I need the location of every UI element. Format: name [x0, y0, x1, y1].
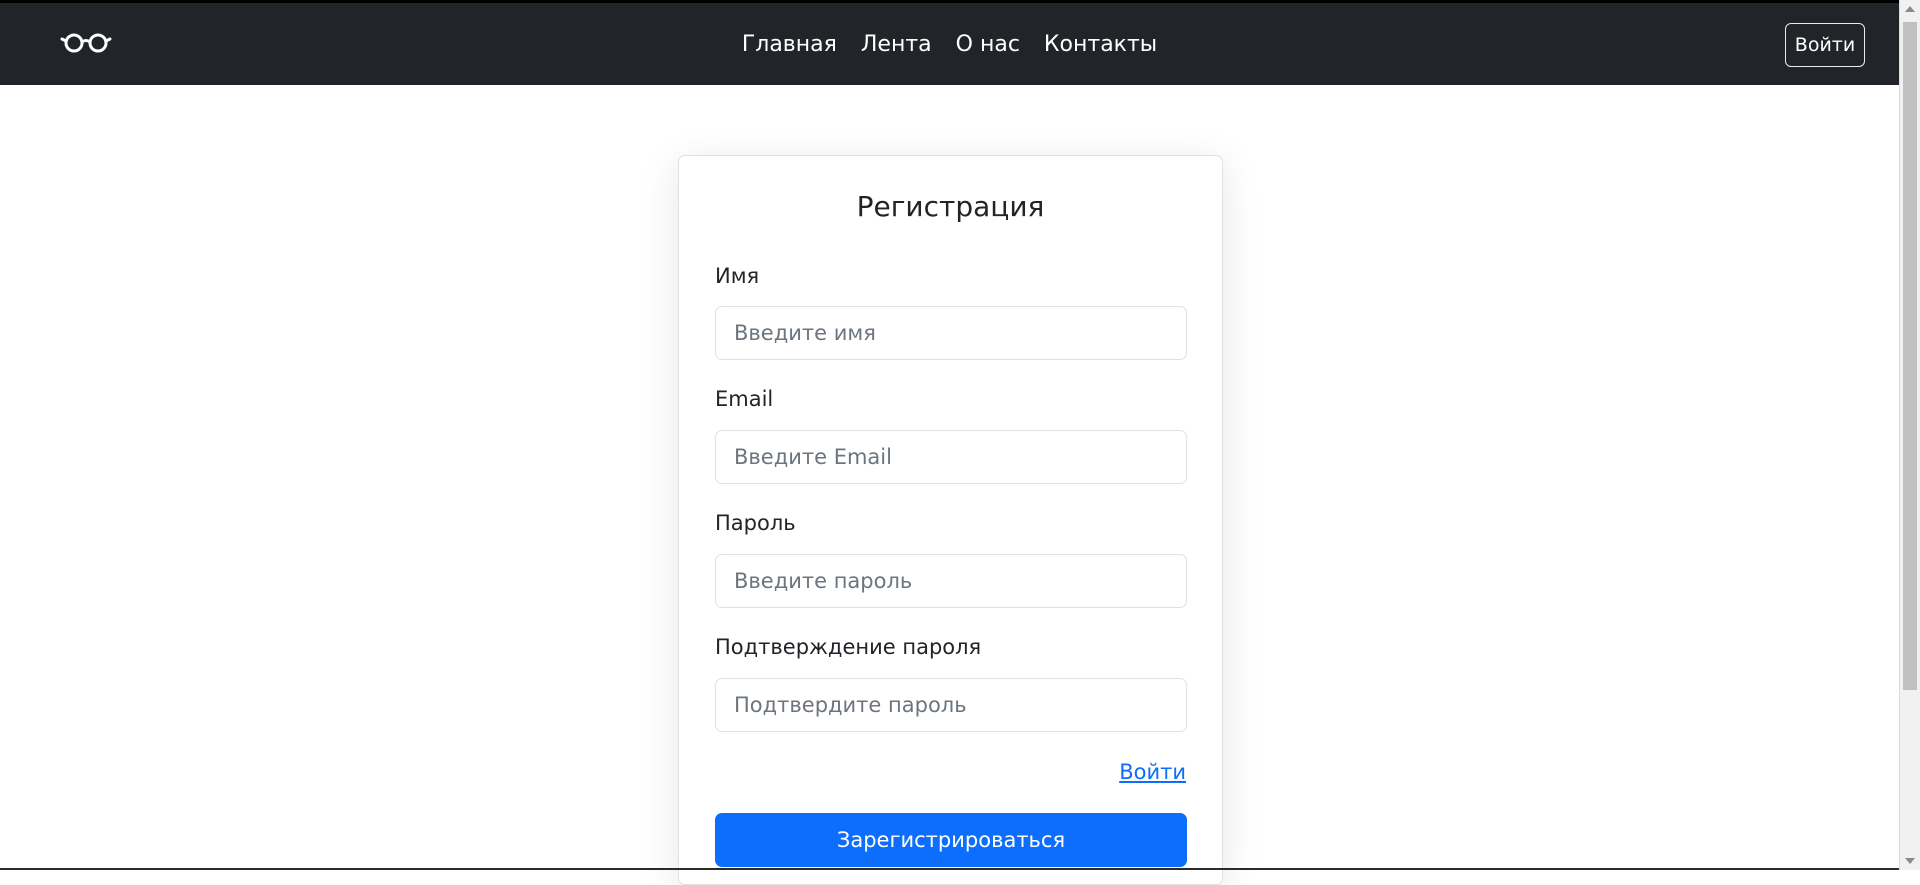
page-scrollbar[interactable]	[1899, 0, 1920, 870]
registration-card: Регистрация Имя Email Пароль Подтвержден…	[678, 155, 1223, 885]
password-input[interactable]	[715, 554, 1187, 608]
nav-link-home[interactable]: Главная	[742, 32, 837, 57]
email-input[interactable]	[715, 430, 1187, 484]
scroll-up-arrow-icon[interactable]	[1905, 6, 1915, 12]
form-title: Регистрация	[679, 190, 1222, 223]
nav-link-about[interactable]: О нас	[956, 32, 1020, 57]
top-navbar: Главная Лента О нас Контакты Войти	[0, 0, 1899, 85]
scroll-thumb[interactable]	[1903, 22, 1917, 690]
email-label: Email	[715, 387, 773, 411]
glasses-icon[interactable]	[60, 29, 112, 57]
name-input[interactable]	[715, 306, 1187, 360]
nav-link-feed[interactable]: Лента	[861, 32, 932, 57]
register-button[interactable]: Зарегистрироваться	[715, 813, 1187, 867]
scroll-down-arrow-icon[interactable]	[1905, 858, 1915, 864]
password-confirm-input[interactable]	[715, 678, 1187, 732]
password-confirm-label: Подтверждение пароля	[715, 635, 981, 659]
nav-links: Главная Лента О нас Контакты	[0, 3, 1899, 85]
navbar-login-button[interactable]: Войти	[1785, 23, 1865, 67]
login-link[interactable]: Войти	[1119, 760, 1186, 784]
name-label: Имя	[715, 264, 759, 288]
nav-link-contacts[interactable]: Контакты	[1044, 32, 1157, 57]
password-label: Пароль	[715, 511, 796, 535]
